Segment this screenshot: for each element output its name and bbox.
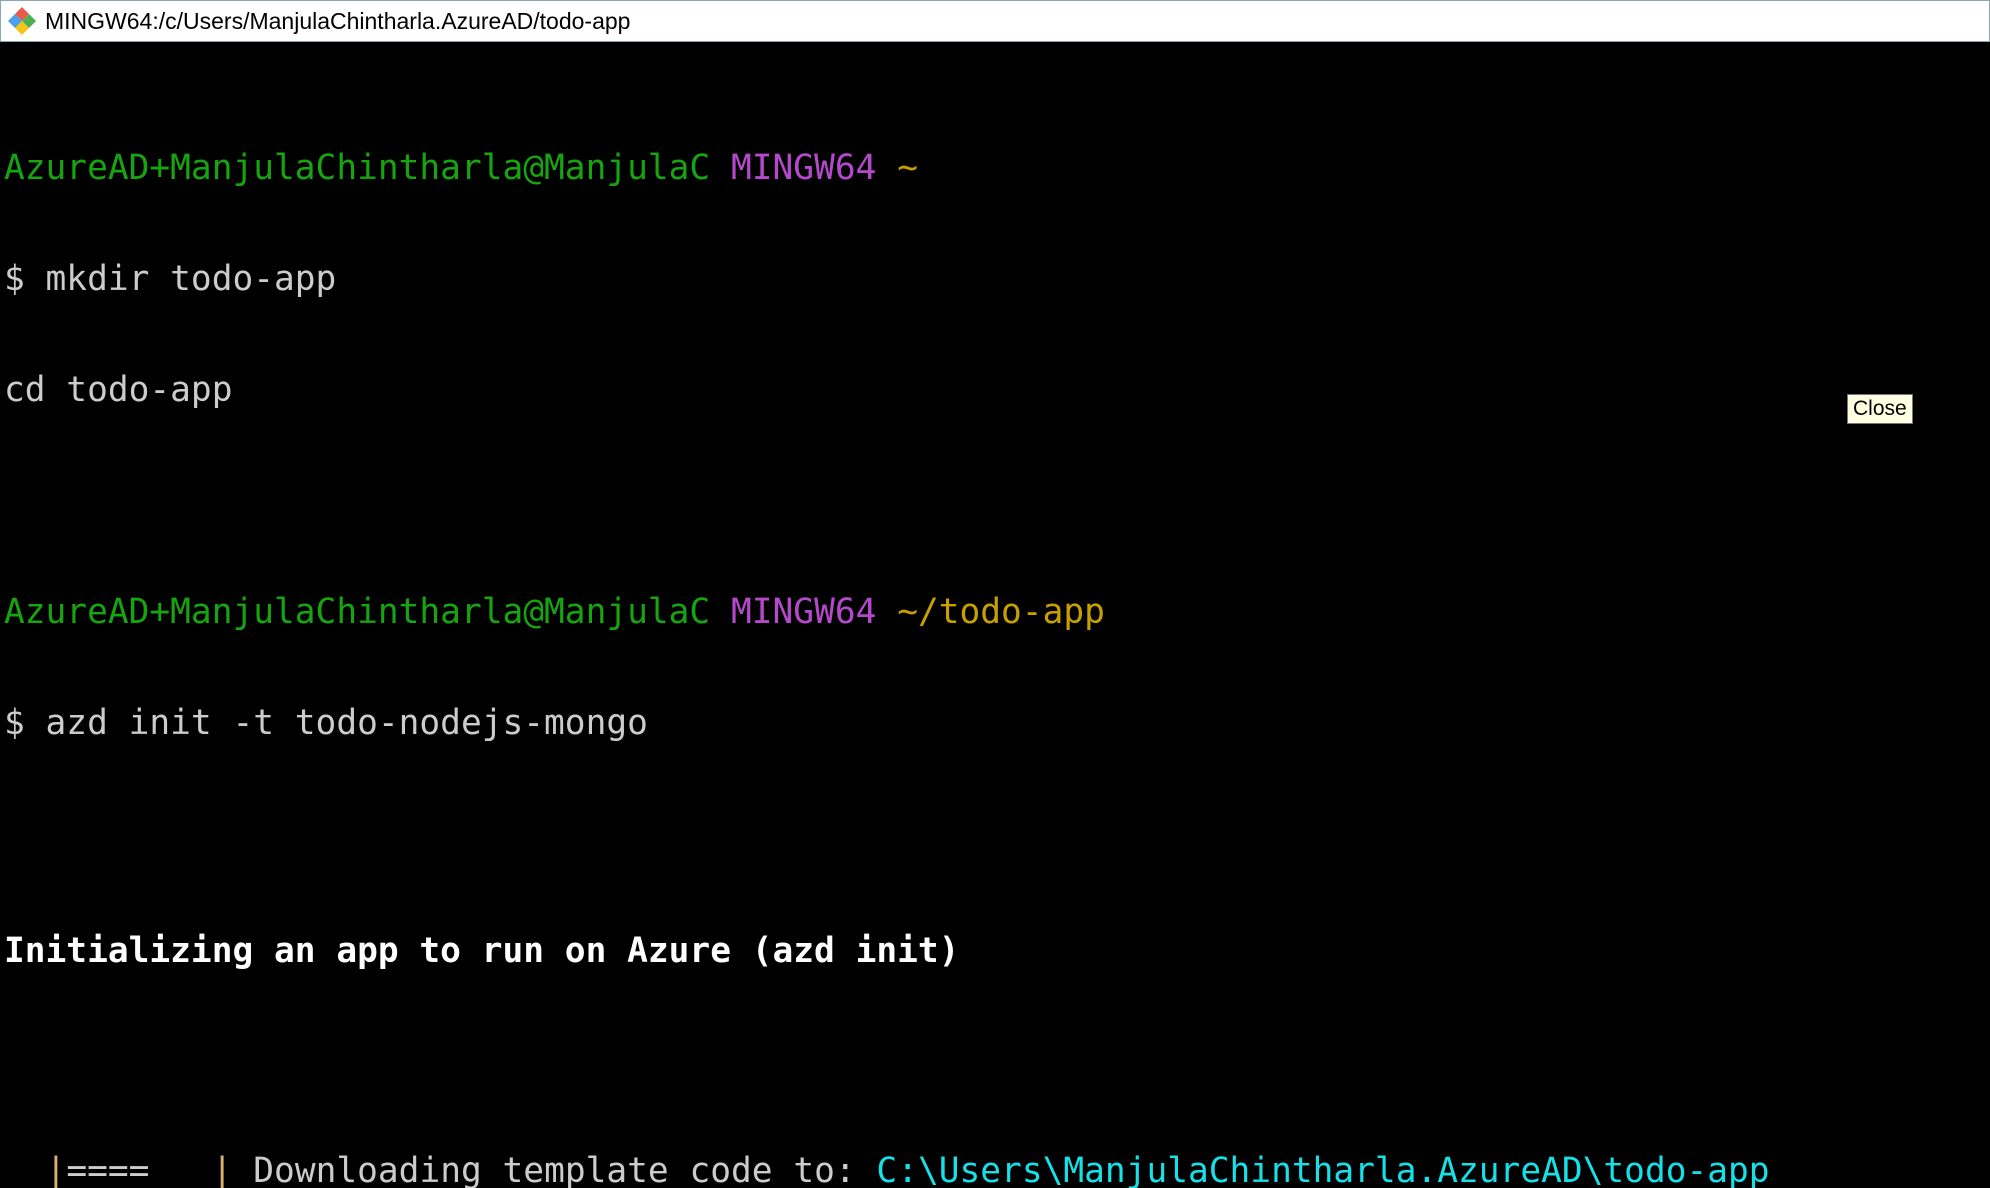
title-bar: MINGW64:/c/Users/ManjulaChintharla.Azure… <box>0 0 1990 42</box>
progress-bar-left: | <box>45 1151 67 1188</box>
prompt-line: AzureAD+ManjulaChintharla@ManjulaC MINGW… <box>4 594 1770 631</box>
window-title: MINGW64:/c/Users/ManjulaChintharla.Azure… <box>45 7 631 34</box>
terminal-output[interactable]: AzureAD+ManjulaChintharla@ManjulaC MINGW… <box>4 76 1770 1188</box>
command-line: $ mkdir todo-app <box>4 259 337 299</box>
command-line: cd todo-app <box>4 370 233 410</box>
git-bash-icon <box>7 6 37 36</box>
prompt-path: ~ <box>897 148 918 188</box>
prompt-system: MINGW64 <box>731 592 877 632</box>
progress-bar-right: | <box>211 1151 233 1188</box>
progress-line: |==== | Downloading template code to: C:… <box>4 1153 1770 1188</box>
prompt-system: MINGW64 <box>731 148 877 188</box>
close-tooltip: Close <box>1847 394 1913 424</box>
command-line: $ azd init -t todo-nodejs-mongo <box>4 703 648 743</box>
prompt-path: ~/todo-app <box>897 592 1105 632</box>
prompt-user-host: AzureAD+ManjulaChintharla@ManjulaC <box>4 148 711 188</box>
prompt-user-host: AzureAD+ManjulaChintharla@ManjulaC <box>4 592 711 632</box>
progress-text: Downloading template code to: <box>232 1151 877 1188</box>
init-heading: Initializing an app to run on Azure (azd… <box>4 931 960 971</box>
target-path: C:\Users\ManjulaChintharla.AzureAD\todo-… <box>876 1151 1770 1188</box>
prompt-line: AzureAD+ManjulaChintharla@ManjulaC MINGW… <box>4 150 1770 187</box>
progress-fill: ==== <box>66 1151 150 1188</box>
